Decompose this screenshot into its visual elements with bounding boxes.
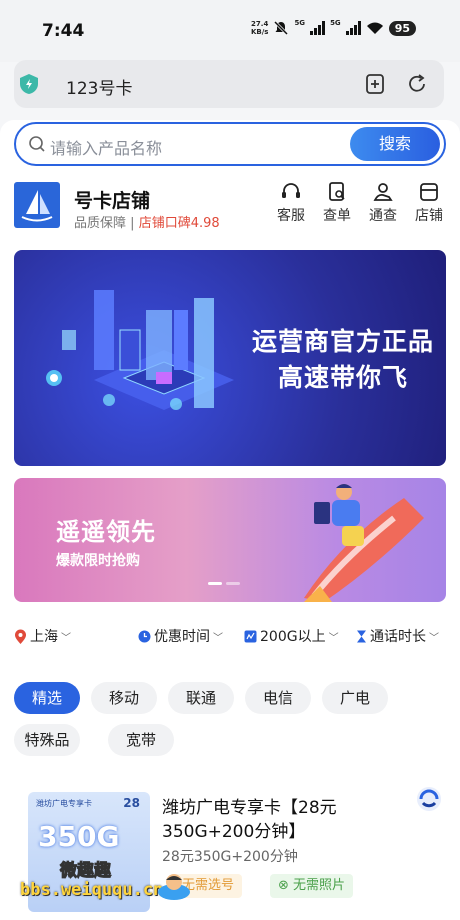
chevron-down-icon: ﹀ xyxy=(328,632,339,644)
headset-icon xyxy=(282,183,300,198)
check-order-button[interactable]: 查单 xyxy=(320,182,354,225)
filter-call-duration[interactable]: 通话时长 ﹀ xyxy=(356,626,439,646)
chip-broadband[interactable]: 宽带 xyxy=(108,724,174,756)
refresh-icon[interactable] xyxy=(406,73,428,95)
shop-logo[interactable] xyxy=(14,182,60,228)
shop-actions: 客服 查单 通查 店铺 xyxy=(274,182,446,225)
shop-name: 号卡店铺 xyxy=(74,190,151,212)
person-hand-icon xyxy=(373,183,393,201)
signal-icon xyxy=(310,21,326,35)
store-icon xyxy=(420,183,438,201)
add-bookmark-icon[interactable] xyxy=(364,73,386,95)
url-text[interactable]: 123号卡 xyxy=(66,74,132,99)
location-pin-icon xyxy=(15,629,26,644)
filter-bar: 上海 ﹀ 优惠时间 ﹀ 200G以上 ﹀ 通话时长 ﹀ xyxy=(14,626,446,648)
chip-featured[interactable]: 精选 xyxy=(14,682,80,714)
chip-telecom[interactable]: 电信 xyxy=(245,682,311,714)
mascot-icon xyxy=(158,874,190,900)
customer-service-button[interactable]: 客服 xyxy=(274,182,308,225)
mute-bell-icon xyxy=(274,20,289,36)
chevron-down-icon: ﹀ xyxy=(429,632,439,644)
hourglass-icon xyxy=(357,630,366,642)
product-title: 潍坊广电专享卡【28元350G+200分钟】 xyxy=(162,798,337,842)
clock-icon xyxy=(138,630,151,642)
chip-broadcast[interactable]: 广电 xyxy=(322,682,388,714)
banner1-text: 运营商官方正品 高速带你飞 xyxy=(252,327,435,392)
site-watermark: 微趣趣 bbs.weiququ.cn xyxy=(20,856,190,906)
operator-logo-icon xyxy=(417,787,441,811)
promo-banner-official[interactable]: 运营商官方正品 高速带你飞 xyxy=(14,250,446,466)
search-button[interactable]: 搜索 xyxy=(350,127,440,161)
shield-icon xyxy=(20,74,38,94)
chip-unicom[interactable]: 联通 xyxy=(168,682,234,714)
order-search-icon xyxy=(329,182,345,201)
rocket-rider-illustration xyxy=(304,484,424,602)
signal-icon xyxy=(345,21,361,35)
shop-rating: 店铺口碑4.98 xyxy=(138,216,220,231)
carousel-indicator xyxy=(208,582,240,585)
chevron-down-icon: ﹀ xyxy=(213,632,223,644)
search-input[interactable]: 请输入产品名称 xyxy=(50,135,162,159)
browser-address-bar[interactable]: 123号卡 xyxy=(14,60,444,108)
filter-location[interactable]: 上海 ﹀ xyxy=(14,626,71,646)
promo-banner-leading[interactable]: 遥遥领先 爆款限时抢购 xyxy=(14,478,446,602)
chevron-down-icon: ﹀ xyxy=(61,632,71,644)
isometric-buildings-illustration xyxy=(46,290,234,410)
sailboat-icon xyxy=(21,190,53,222)
tag-no-photo: ⊗ 无需照片 xyxy=(270,874,354,898)
shop-header: 号卡店铺 品质保障 | 店铺口碑4.98 客服 查单 通查 店铺 xyxy=(14,182,446,232)
banner2-subtitle: 爆款限时抢购 xyxy=(56,553,140,569)
banner2-title: 遥遥领先 xyxy=(56,518,156,546)
shop-subtitle: 品质保障 | 店铺口碑4.98 xyxy=(74,216,220,231)
chip-special[interactable]: 特殊品 xyxy=(14,724,80,756)
status-time: 7:44 xyxy=(42,21,85,41)
store-button[interactable]: 店铺 xyxy=(412,182,446,225)
filter-data[interactable]: 200G以上 ﹀ xyxy=(244,626,339,646)
check-circle-icon: ⊗ xyxy=(278,878,289,893)
search-icon xyxy=(29,136,45,152)
battery-indicator: 95 xyxy=(388,20,416,36)
product-search: 请输入产品名称 搜索 xyxy=(14,122,446,166)
net-speed: 27.4 KB/s xyxy=(250,20,269,36)
chip-mobile[interactable]: 移动 xyxy=(91,682,157,714)
status-icons: 27.4 KB/s 5G 5G 95 xyxy=(250,19,416,36)
filter-promo-time[interactable]: 优惠时间 ﹀ xyxy=(138,626,223,646)
data-icon xyxy=(244,630,257,642)
wifi-icon xyxy=(366,22,383,34)
general-check-button[interactable]: 通查 xyxy=(366,182,400,225)
status-bar: 7:44 27.4 KB/s 5G 5G 95 xyxy=(0,0,460,62)
